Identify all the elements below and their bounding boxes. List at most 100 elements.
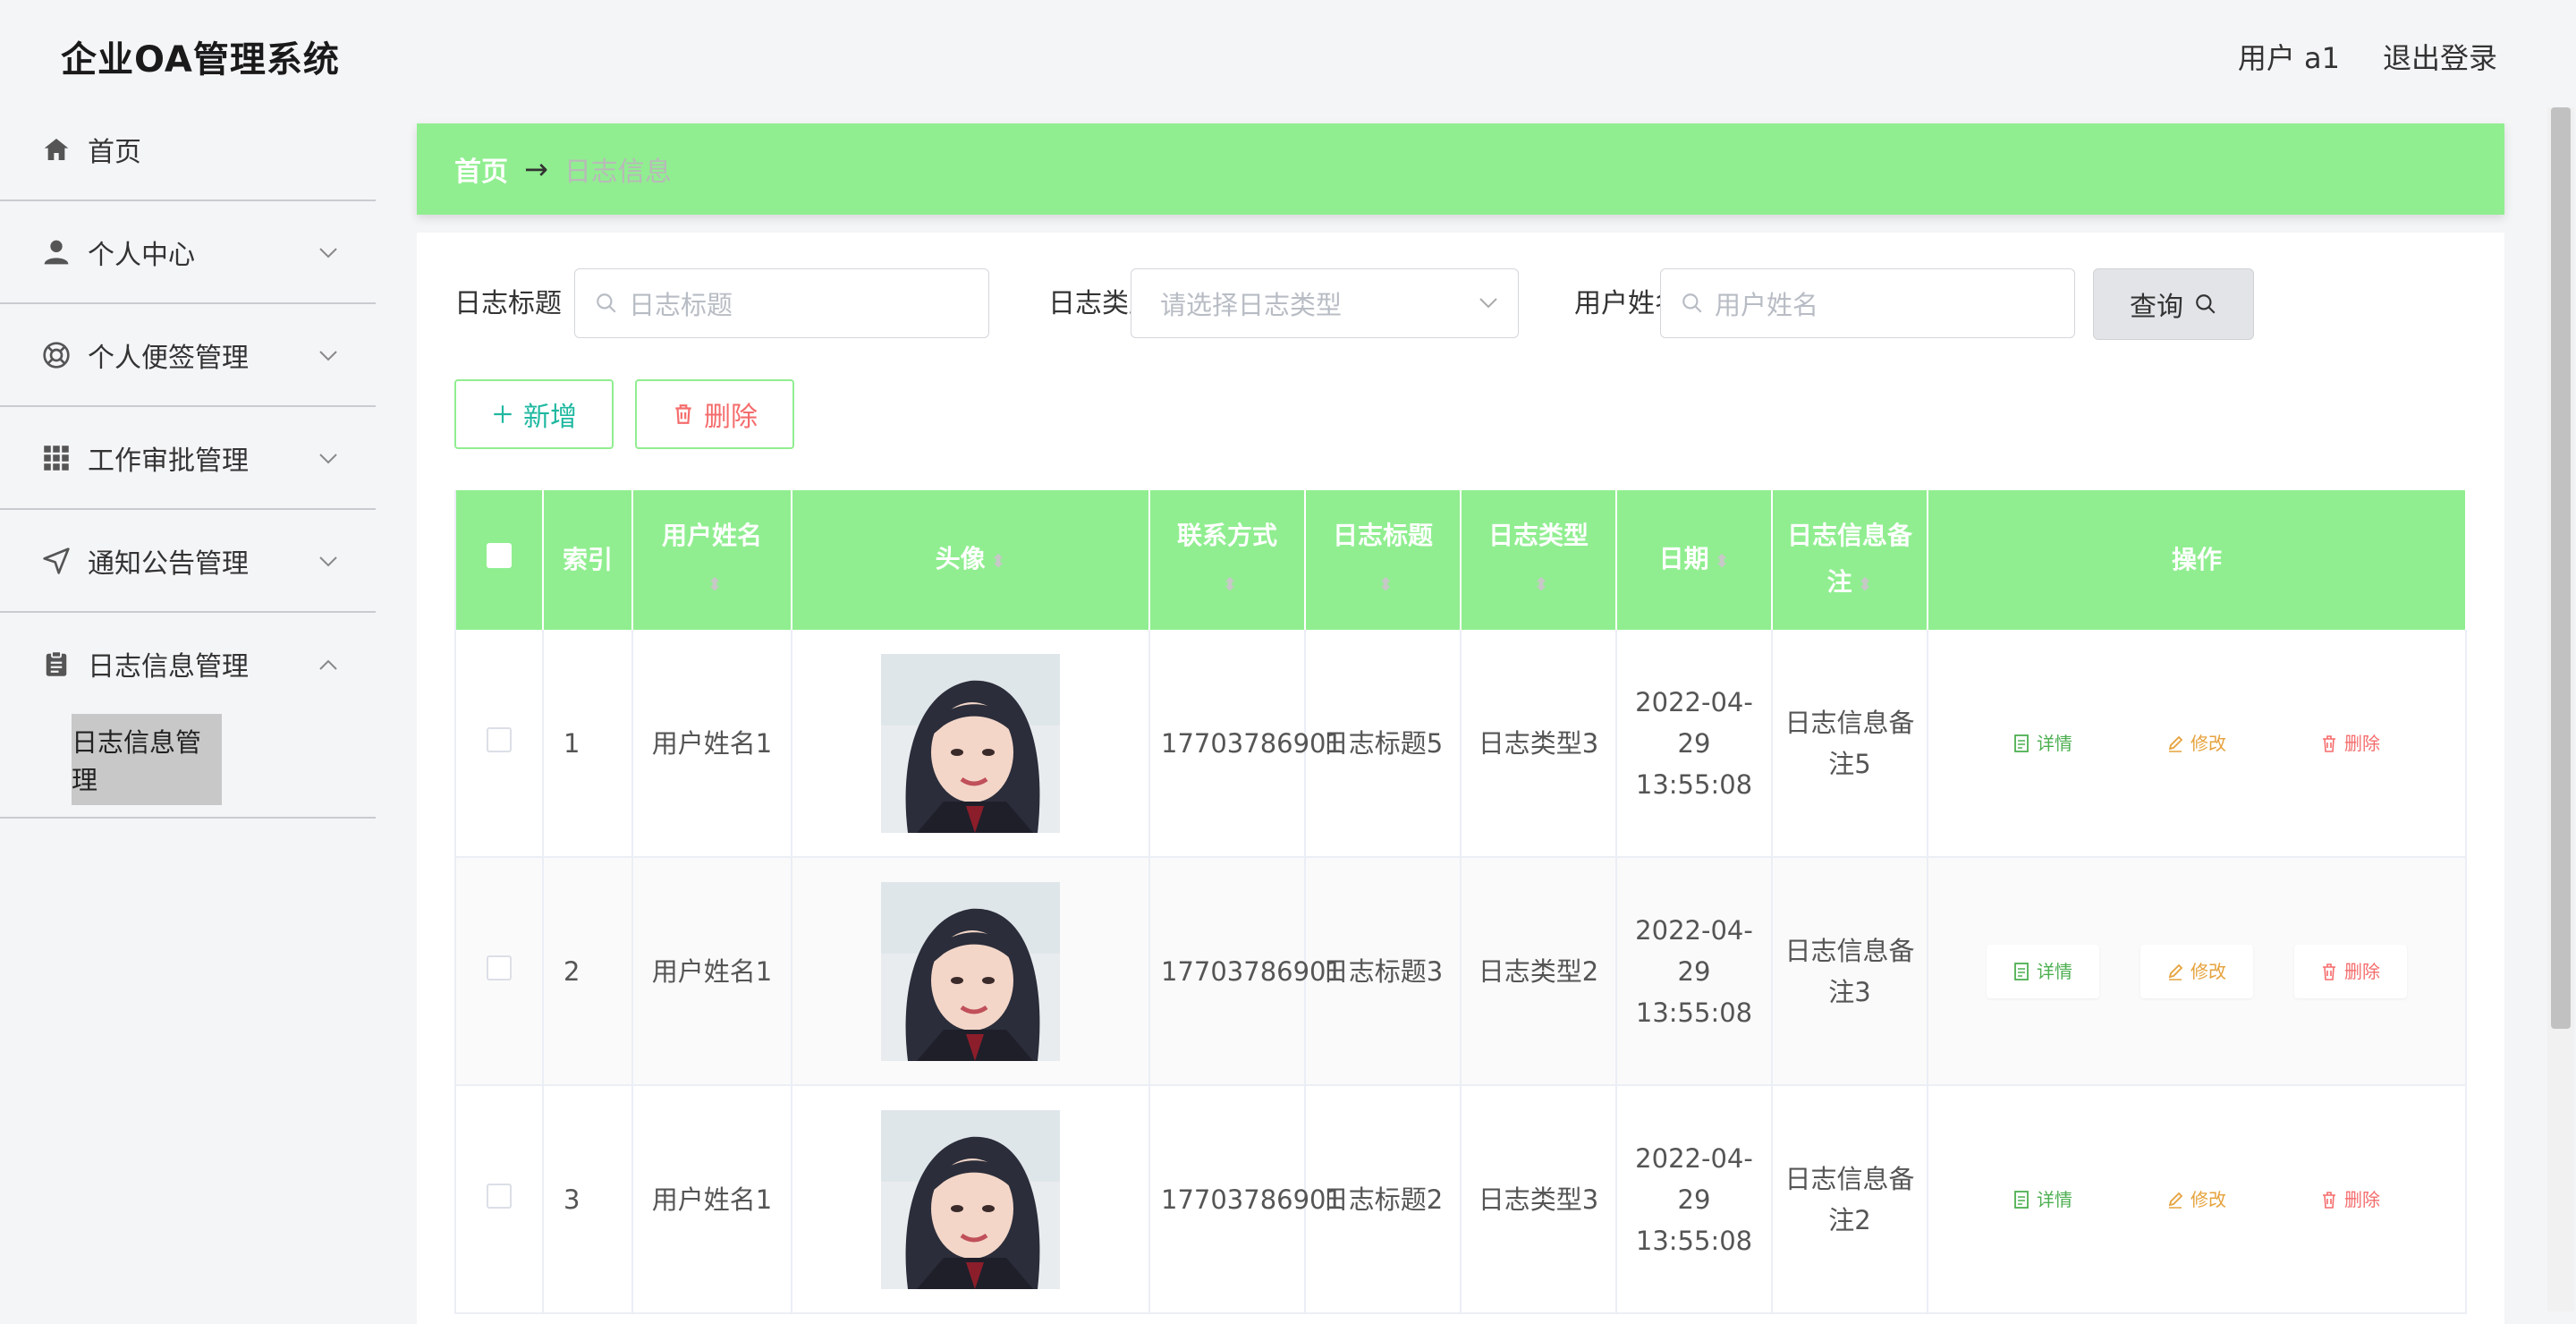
page-scrollbar[interactable]	[2547, 107, 2574, 1311]
chevron-down-icon	[318, 548, 338, 573]
row-index: 3	[543, 1085, 633, 1314]
sidebar-item-approval[interactable]: 工作审批管理	[0, 407, 376, 510]
column-header-avatar[interactable]: 头像 ⬍	[792, 490, 1150, 630]
column-header-name[interactable]: 用户姓名 ⬍	[632, 490, 792, 630]
search-icon	[595, 292, 618, 315]
chevron-up-icon	[318, 651, 338, 676]
sidebar-item-label: 个人便签管理	[88, 342, 249, 374]
detail-button[interactable]: 详情	[1987, 944, 2099, 998]
column-header-date[interactable]: 日期 ⬍	[1616, 490, 1773, 630]
home-icon	[41, 134, 72, 165]
row-avatar-cell	[792, 1085, 1150, 1314]
row-avatar-cell	[792, 630, 1150, 858]
chevron-down-icon	[318, 240, 338, 265]
row-date: 2022-04-29 13:55:08	[1616, 630, 1773, 858]
sidebar-item-notices[interactable]: 通知公告管理	[0, 510, 376, 613]
log-title-label: 日志标题	[454, 288, 562, 319]
row-user-name: 用户姓名1	[632, 630, 792, 858]
edit-button[interactable]: 修改	[2140, 944, 2253, 998]
add-button[interactable]: 新增	[454, 379, 614, 449]
edit-button[interactable]: 修改	[2140, 717, 2253, 770]
query-button-label: 查询	[2130, 292, 2183, 323]
log-type-select[interactable]: 请选择日志类型	[1131, 268, 1519, 338]
user-label[interactable]: 用户 a1	[2238, 36, 2340, 77]
row-delete-button[interactable]: 删除	[2294, 717, 2407, 770]
grid-icon	[41, 443, 72, 473]
delete-button[interactable]: 删除	[635, 379, 794, 449]
sort-icon[interactable]: ⬍	[1858, 573, 1873, 595]
log-title-input[interactable]: 日志标题	[574, 268, 989, 338]
logout-link[interactable]: 退出登录	[2383, 36, 2497, 77]
trash-icon	[2323, 734, 2335, 752]
sort-icon[interactable]: ⬍	[708, 573, 723, 595]
edit-button[interactable]: 修改	[2140, 1173, 2253, 1226]
user-name-input[interactable]: 用户姓名	[1660, 268, 2075, 338]
breadcrumb: 首页 → 日志信息	[417, 123, 2504, 215]
add-button-label: 新增	[523, 402, 577, 433]
edit-icon	[2168, 963, 2183, 980]
row-checkbox[interactable]	[487, 1183, 512, 1209]
sort-icon[interactable]: ⬍	[1715, 550, 1730, 572]
sidebar-item-personal-center[interactable]: 个人中心	[0, 201, 376, 304]
header-user-area: 用户 a1 退出登录	[2238, 36, 2497, 77]
sidebar-item-label: 日志信息管理	[88, 650, 249, 683]
sidebar-item-home[interactable]: 首页	[0, 98, 376, 201]
row-checkbox[interactable]	[487, 955, 512, 980]
trash-icon	[672, 403, 695, 426]
row-actions: 详情 修改 删除	[1928, 857, 2467, 1086]
sort-icon[interactable]: ⬍	[1378, 573, 1394, 595]
sidebar-item-label: 通知公告管理	[88, 547, 249, 580]
sidebar-item-logs[interactable]: 日志信息管理	[0, 613, 376, 714]
sort-icon[interactable]: ⬍	[991, 550, 1006, 572]
search-icon	[1681, 292, 1704, 315]
avatar[interactable]	[881, 653, 1060, 833]
detail-button[interactable]: 详情	[1987, 717, 2099, 770]
row-delete-button[interactable]: 删除	[2294, 944, 2407, 998]
breadcrumb-arrow: →	[524, 152, 548, 186]
scrollbar-thumb[interactable]	[2551, 107, 2571, 1029]
sidebar-item-label: 工作审批管理	[88, 445, 249, 477]
row-delete-button[interactable]: 删除	[2294, 1173, 2407, 1226]
select-all-checkbox[interactable]	[487, 543, 512, 568]
content-panel: 日志标题 日志标题 日志类型 请选择日志类型 用户姓名 用户姓名 查询 新增 删…	[417, 233, 2504, 1324]
clipboard-icon	[41, 649, 72, 679]
column-header-title[interactable]: 日志标题 ⬍	[1305, 490, 1462, 630]
row-index: 2	[543, 857, 633, 1086]
detail-button[interactable]: 详情	[1987, 1173, 2099, 1226]
column-header-phone[interactable]: 联系方式 ⬍	[1149, 490, 1306, 630]
row-log-type: 日志类型3	[1461, 630, 1617, 858]
column-header-note[interactable]: 日志信息备注 ⬍	[1772, 490, 1928, 630]
row-note: 日志信息备注5	[1772, 630, 1928, 858]
breadcrumb-home[interactable]: 首页	[454, 149, 508, 189]
row-date: 2022-04-29 13:55:08	[1616, 857, 1773, 1086]
document-icon	[2014, 734, 2029, 752]
row-select-cell	[454, 857, 544, 1086]
row-note: 日志信息备注2	[1772, 1085, 1928, 1314]
row-user-name: 用户姓名1	[632, 857, 792, 1086]
column-header-type[interactable]: 日志类型 ⬍	[1461, 490, 1617, 630]
row-index: 1	[543, 630, 633, 858]
sidebar-item-notes[interactable]: 个人便签管理	[0, 304, 376, 407]
row-log-title: 日志标题3	[1305, 857, 1462, 1086]
app-title: 企业OA管理系统	[61, 39, 340, 81]
avatar[interactable]	[881, 1109, 1060, 1289]
row-log-title: 日志标题5	[1305, 630, 1462, 858]
sort-icon[interactable]: ⬍	[1223, 573, 1238, 595]
edit-icon	[2168, 735, 2183, 752]
trash-icon	[2323, 963, 2335, 980]
row-log-type: 日志类型3	[1461, 1085, 1617, 1314]
sidebar-subitem-log-management[interactable]: 日志信息管理	[72, 714, 222, 805]
lifebuoy-icon	[41, 340, 72, 370]
document-icon	[2014, 1190, 2029, 1209]
sidebar-submenu-logs: 日志信息管理	[0, 714, 376, 819]
sort-icon[interactable]: ⬍	[1534, 573, 1549, 595]
document-icon	[2014, 962, 2029, 980]
avatar[interactable]	[881, 881, 1060, 1061]
row-note: 日志信息备注3	[1772, 857, 1928, 1086]
query-button[interactable]: 查询	[2093, 268, 2254, 340]
row-phone: 17703786901	[1149, 1085, 1343, 1314]
row-checkbox[interactable]	[487, 726, 512, 752]
row-select-cell	[454, 630, 544, 858]
chevron-down-icon	[318, 343, 338, 368]
trash-icon	[2323, 1191, 2335, 1209]
